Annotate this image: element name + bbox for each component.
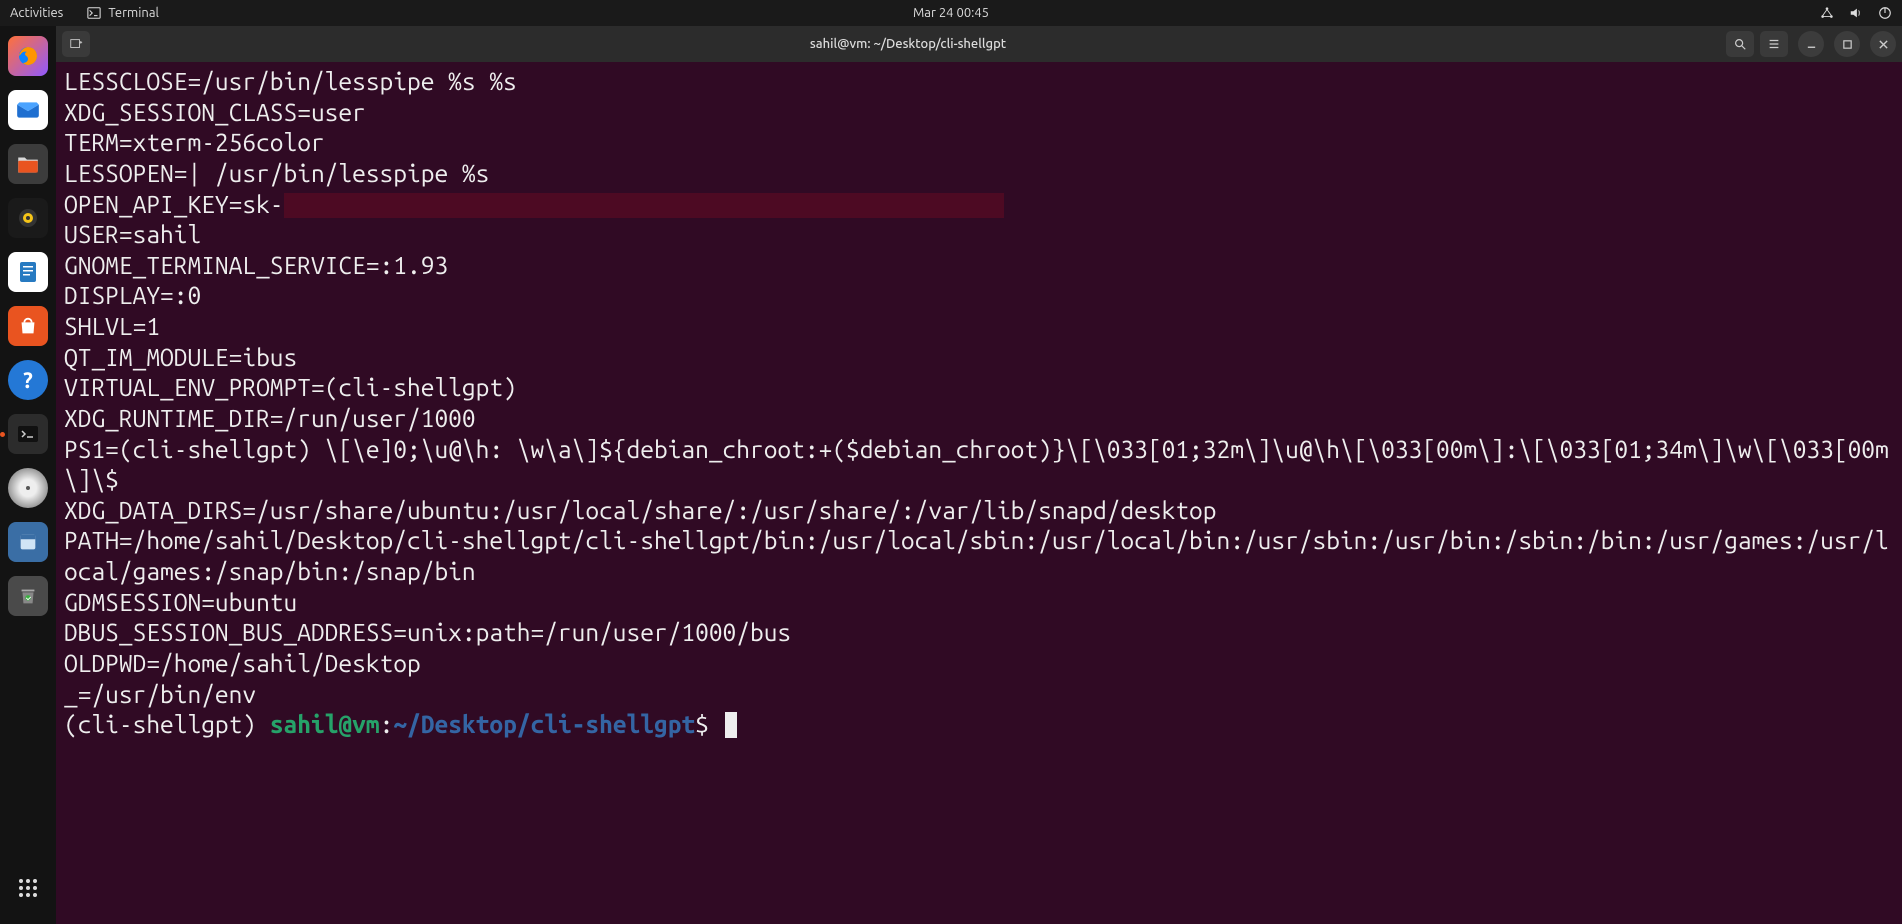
dock-software[interactable] — [8, 306, 48, 346]
terminal-output[interactable]: LESSCLOSE=/usr/bin/lesspipe %s %sXDG_SES… — [56, 62, 1902, 924]
prompt-colon: : — [380, 710, 394, 738]
terminal-line: GNOME_TERMINAL_SERVICE=:1.93 — [64, 250, 1894, 281]
terminal-line: LESSOPEN=| /usr/bin/lesspipe %s — [64, 158, 1894, 189]
gnome-top-panel: Activities Terminal Mar 24 00:45 — [0, 0, 1902, 26]
current-app-label: Terminal — [108, 6, 159, 20]
dock-writer[interactable] — [8, 252, 48, 292]
terminal-line: LESSCLOSE=/usr/bin/lesspipe %s %s — [64, 66, 1894, 97]
maximize-button[interactable] — [1834, 31, 1860, 57]
apps-grid-icon — [16, 876, 40, 900]
clock[interactable]: Mar 24 00:45 — [913, 6, 989, 20]
terminal-line: SHLVL=1 — [64, 311, 1894, 342]
close-icon — [1878, 39, 1889, 50]
terminal-line: OPEN_API_KEY=sk- — [64, 189, 1894, 220]
prompt-venv: (cli-shellgpt) — [64, 710, 270, 738]
terminal-line: PATH=/home/sahil/Desktop/cli-shellgpt/cl… — [64, 525, 1894, 586]
dock-thunderbird[interactable] — [8, 90, 48, 130]
terminal-app-icon — [16, 422, 40, 446]
dock-files[interactable] — [8, 144, 48, 184]
minimize-button[interactable] — [1798, 31, 1824, 57]
shopping-bag-icon — [17, 315, 39, 337]
firefox-icon — [16, 44, 40, 68]
activities-button[interactable]: Activities — [10, 6, 63, 20]
network-icon — [1820, 6, 1834, 20]
dock: ? — [0, 26, 56, 924]
terminal-line: XDG_DATA_DIRS=/usr/share/ubuntu:/usr/loc… — [64, 495, 1894, 526]
prompt-user-host: sahil@vm — [270, 710, 380, 738]
speaker-icon — [16, 206, 40, 230]
new-tab-icon — [69, 37, 83, 51]
system-tray[interactable] — [1820, 6, 1892, 20]
minimize-icon — [1806, 39, 1817, 50]
files-icon — [15, 151, 41, 177]
redacted-key — [284, 193, 1004, 218]
terminal-icon — [87, 6, 101, 20]
thunderbird-icon — [15, 97, 41, 123]
terminal-line: PS1=(cli-shellgpt) \[\e]0;\u@\h: \w\a\]$… — [64, 434, 1894, 495]
search-icon — [1733, 37, 1747, 51]
dock-terminal[interactable] — [8, 414, 48, 454]
trash-icon — [17, 585, 39, 607]
volume-icon — [1849, 6, 1863, 20]
hamburger-menu-button[interactable] — [1760, 31, 1788, 57]
window-title: sahil@vm: ~/Desktop/cli-shellgpt — [96, 37, 1720, 51]
terminal-line: DISPLAY=:0 — [64, 280, 1894, 311]
terminal-line: XDG_RUNTIME_DIR=/run/user/1000 — [64, 403, 1894, 434]
close-button[interactable] — [1870, 31, 1896, 57]
hamburger-icon — [1767, 37, 1781, 51]
current-app-indicator[interactable]: Terminal — [87, 6, 159, 20]
prompt-dollar: $ — [695, 710, 722, 738]
terminal-line: TERM=xterm-256color — [64, 127, 1894, 158]
terminal-line: XDG_SESSION_CLASS=user — [64, 97, 1894, 128]
dock-trash[interactable] — [8, 576, 48, 616]
terminal-line: GDMSESSION=ubuntu — [64, 587, 1894, 618]
dock-rhythmbox[interactable] — [8, 198, 48, 238]
terminal-line: DBUS_SESSION_BUS_ADDRESS=unix:path=/run/… — [64, 617, 1894, 648]
terminal-line: _=/usr/bin/env — [64, 679, 1894, 710]
dock-accessory[interactable] — [8, 522, 48, 562]
terminal-line: VIRTUAL_ENV_PROMPT=(cli-shellgpt) — [64, 372, 1894, 403]
show-applications-button[interactable] — [8, 868, 48, 908]
prompt-line[interactable]: (cli-shellgpt) sahil@vm:~/Desktop/cli-sh… — [64, 709, 1894, 740]
maximize-icon — [1842, 39, 1853, 50]
question-icon: ? — [23, 368, 33, 393]
terminal-line: QT_IM_MODULE=ibus — [64, 342, 1894, 373]
terminal-window: sahil@vm: ~/Desktop/cli-shellgpt LESSCLO… — [56, 26, 1902, 924]
search-button[interactable] — [1726, 31, 1754, 57]
document-icon — [16, 260, 40, 284]
new-tab-button[interactable] — [62, 31, 90, 57]
cursor — [725, 712, 737, 738]
dock-help[interactable]: ? — [8, 360, 48, 400]
terminal-line: OLDPWD=/home/sahil/Desktop — [64, 648, 1894, 679]
power-icon — [1878, 6, 1892, 20]
terminal-line: USER=sahil — [64, 219, 1894, 250]
panel-icon — [17, 531, 39, 553]
dock-disc[interactable] — [8, 468, 48, 508]
terminal-titlebar: sahil@vm: ~/Desktop/cli-shellgpt — [56, 26, 1902, 62]
prompt-path: ~/Desktop/cli-shellgpt — [393, 710, 695, 738]
dock-firefox[interactable] — [8, 36, 48, 76]
disc-icon — [23, 483, 33, 493]
